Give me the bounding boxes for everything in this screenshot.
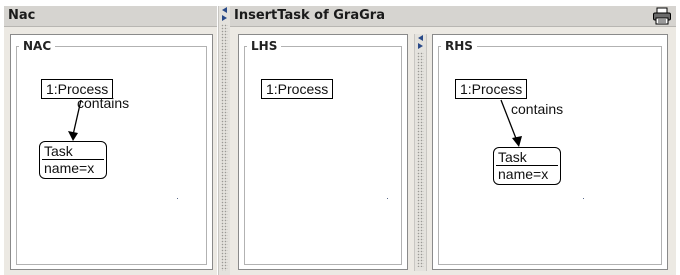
rhs-panel-label: RHS [441, 39, 477, 53]
contains-edge-label[interactable]: contains [77, 95, 129, 111]
nac-panel-label: NAC [19, 39, 56, 53]
nac-graph-panel[interactable]: NAC 1:Process contains Task name=x [10, 34, 213, 270]
rhs-task-node-label: Task [498, 149, 527, 165]
rhs-graph-panel[interactable]: RHS 1:Process contains Task name=x [432, 34, 668, 270]
task-node-label: Task [44, 143, 73, 159]
lhs-rhs-divider[interactable] [414, 34, 427, 271]
split-arrows-icon[interactable] [221, 6, 228, 22]
task-node[interactable]: Task name=x [39, 141, 107, 179]
graph-marker [177, 198, 178, 199]
lhs-graph-marker [387, 198, 388, 199]
printer-icon[interactable] [652, 7, 672, 25]
rule-pane-header: InsertTask of GraGra [230, 6, 676, 27]
nac-pane-title: Nac [8, 8, 36, 23]
splitter-grip [221, 24, 228, 271]
rhs-task-node[interactable]: Task name=x [493, 147, 561, 185]
nac-pane-header: Nac [4, 6, 217, 27]
nac-pane: Nac NAC 1:Process contains Task name=x [4, 6, 217, 275]
rhs-graph-marker [583, 198, 584, 199]
rhs-contains-edge-label[interactable]: contains [511, 101, 563, 117]
splitter-grip [417, 52, 424, 267]
rule-pane: InsertTask of GraGra LHS 1:Process RHS 1… [230, 6, 676, 275]
split-arrows-icon[interactable] [417, 34, 424, 50]
lhs-graph-panel[interactable]: LHS 1:Process [238, 34, 408, 270]
lhs-process-node[interactable]: 1:Process [261, 79, 334, 99]
lhs-panel-label: LHS [247, 39, 282, 53]
rhs-process-node-label: 1:Process [460, 81, 523, 97]
rhs-process-node[interactable]: 1:Process [455, 79, 528, 99]
task-node-attribute: name=x [42, 159, 104, 178]
lhs-process-node-label: 1:Process [266, 81, 329, 97]
rhs-task-node-attribute: name=x [496, 165, 558, 184]
rule-pane-title: InsertTask of GraGra [234, 8, 385, 23]
